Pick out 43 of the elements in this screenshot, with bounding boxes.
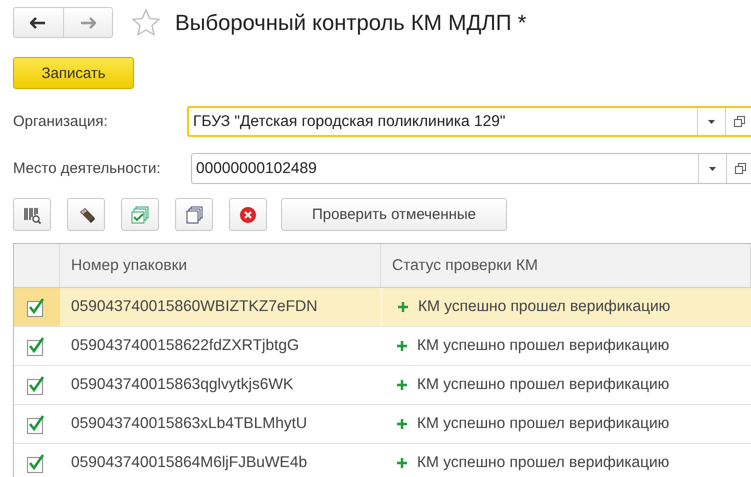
save-button[interactable]: Записать — [13, 57, 134, 89]
checkbox[interactable] — [27, 376, 47, 394]
field-label: Место деятельности: — [13, 160, 162, 177]
table-row[interactable]: 059043740015864M6ljFJBuWE4b КМ успешно прошел верификацию — [14, 444, 751, 477]
barcode-search-button[interactable] — [13, 198, 51, 231]
table-cell-text: 059043740015863xLb4TBLMhytU — [70, 414, 308, 434]
check-marked-button[interactable]: Проверить отмеченные — [281, 198, 507, 231]
column-header[interactable]: Статус проверки КМ — [381, 244, 751, 287]
plus-icon — [398, 302, 408, 312]
delete-button[interactable] — [229, 198, 267, 231]
uncheck-all-icon — [184, 204, 204, 224]
check-all-icon — [130, 204, 150, 224]
checkbox[interactable] — [27, 414, 47, 434]
check-all-button[interactable] — [121, 198, 159, 231]
table-cell: КМ успешно прошел верификацию — [418, 298, 670, 316]
table-row[interactable]: 059043740015860WBIZTKZ7eFDN КМ успешно прошел верификацию — [14, 288, 751, 327]
table-cell-text: 059043740015864M6ljFJBuWE4b — [70, 453, 308, 473]
checkbox[interactable] — [27, 336, 47, 356]
table-cell: КМ успешно прошел верификацию — [417, 337, 670, 355]
forward-arrow-icon — [80, 16, 96, 28]
checkbox[interactable] — [27, 298, 47, 316]
scanner-button[interactable] — [67, 198, 105, 231]
checkbox[interactable] — [27, 454, 47, 472]
table-cell-text: 059043740015863qglvytkjs6WK — [70, 375, 294, 395]
table-cell: КМ успешно прошел верификацию — [417, 454, 670, 472]
table-cell: КМ успешно прошел верификацию — [417, 376, 670, 394]
back-arrow-icon — [30, 16, 46, 28]
field-label: Организация: — [13, 113, 109, 130]
plus-icon — [397, 341, 407, 351]
plus-icon — [397, 419, 407, 429]
table-row[interactable]: 059043740015863xLb4TBLMhytU КМ успешно прошел верификацию — [14, 405, 751, 444]
table-row[interactable]: 059043740015863qglvytkjs6WK КМ успешно прошел верификацию — [14, 366, 751, 405]
table-row[interactable]: 0590437400158622fdZXRTjbtgG КМ успешно прошел верификацию — [14, 327, 751, 366]
table-cell: КМ успешно прошел верификацию — [417, 415, 670, 433]
table-cell-text: 059043740015860WBIZTKZ7eFDN — [70, 297, 318, 317]
plus-icon — [397, 458, 407, 468]
plus-icon — [397, 380, 407, 390]
uncheck-all-button[interactable] — [175, 198, 213, 231]
window-title: Выборочный контроль КМ МДЛП * — [175, 10, 526, 36]
delete-icon — [238, 204, 258, 224]
star-icon[interactable] — [131, 8, 161, 38]
column-header[interactable]: Номер упаковки — [60, 244, 381, 287]
table-cell-text: 0590437400158622fdZXRTjbtgG — [70, 336, 300, 356]
